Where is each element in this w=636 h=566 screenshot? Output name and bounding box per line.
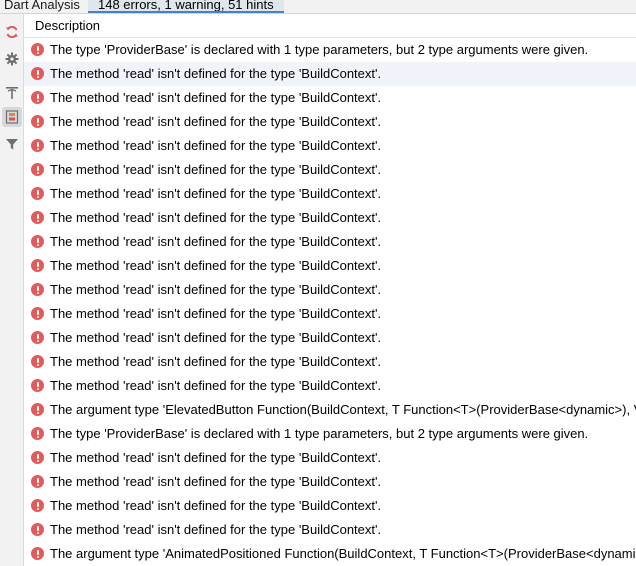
table-row[interactable]: The method 'read' isn't defined for the … <box>24 446 636 470</box>
table-row[interactable]: The argument type 'ElevatedButton Functi… <box>24 398 636 422</box>
error-icon <box>31 43 44 56</box>
problem-description: The type 'ProviderBase' is declared with… <box>50 426 589 441</box>
table-row[interactable]: The method 'read' isn't defined for the … <box>24 62 636 86</box>
table-row[interactable]: The method 'read' isn't defined for the … <box>24 302 636 326</box>
error-icon <box>31 475 44 488</box>
error-icon <box>31 67 44 80</box>
table-row[interactable]: The method 'read' isn't defined for the … <box>24 326 636 350</box>
table-row[interactable]: The method 'read' isn't defined for the … <box>24 254 636 278</box>
autoscroll-icon <box>6 87 18 99</box>
table-row[interactable]: The method 'read' isn't defined for the … <box>24 518 636 542</box>
table-row[interactable]: The method 'read' isn't defined for the … <box>24 158 636 182</box>
problem-description: The method 'read' isn't defined for the … <box>50 282 382 297</box>
table-row[interactable]: The method 'read' isn't defined for the … <box>24 374 636 398</box>
problem-description: The method 'read' isn't defined for the … <box>50 306 382 321</box>
error-icon <box>31 115 44 128</box>
table-row[interactable]: The method 'read' isn't defined for the … <box>24 206 636 230</box>
autoscroll-button[interactable] <box>2 83 22 103</box>
table-row[interactable]: The method 'read' isn't defined for the … <box>24 182 636 206</box>
problem-description: The method 'read' isn't defined for the … <box>50 234 382 249</box>
error-icon <box>31 403 44 416</box>
error-icon <box>31 139 44 152</box>
error-icon <box>31 259 44 272</box>
error-icon <box>31 379 44 392</box>
table-row[interactable]: The method 'read' isn't defined for the … <box>24 470 636 494</box>
problem-list: The type 'ProviderBase' is declared with… <box>24 38 636 566</box>
group-by-severity-icon <box>5 110 19 124</box>
error-icon <box>31 283 44 296</box>
table-row[interactable]: The method 'read' isn't defined for the … <box>24 278 636 302</box>
table-row[interactable]: The method 'read' isn't defined for the … <box>24 110 636 134</box>
problem-description: The method 'read' isn't defined for the … <box>50 522 382 537</box>
table-row[interactable]: The method 'read' isn't defined for the … <box>24 230 636 254</box>
problem-description: The method 'read' isn't defined for the … <box>50 474 382 489</box>
table-row[interactable]: The argument type 'AnimatedPositioned Fu… <box>24 542 636 566</box>
problem-description: The type 'ProviderBase' is declared with… <box>50 42 589 57</box>
table-row[interactable]: The method 'read' isn't defined for the … <box>24 86 636 110</box>
error-icon <box>31 91 44 104</box>
tab-summary[interactable]: 148 errors, 1 warning, 51 hints <box>88 0 284 13</box>
problem-description: The method 'read' isn't defined for the … <box>50 378 382 393</box>
error-icon <box>31 499 44 512</box>
problem-description: The method 'read' isn't defined for the … <box>50 450 382 465</box>
problem-description: The method 'read' isn't defined for the … <box>50 498 382 513</box>
error-icon <box>31 307 44 320</box>
filter-icon <box>6 139 18 150</box>
error-icon <box>31 187 44 200</box>
tool-window-title: Dart Analysis <box>4 0 80 12</box>
problem-description: The method 'read' isn't defined for the … <box>50 66 382 81</box>
refresh-button[interactable] <box>2 22 22 42</box>
error-icon <box>31 523 44 536</box>
problems-table: Description The type 'ProviderBase' is d… <box>24 14 636 566</box>
problem-description: The method 'read' isn't defined for the … <box>50 162 382 177</box>
filter-button[interactable] <box>2 134 22 154</box>
problem-description: The method 'read' isn't defined for the … <box>50 330 382 345</box>
table-row[interactable]: The type 'ProviderBase' is declared with… <box>24 38 636 62</box>
error-icon <box>31 211 44 224</box>
problem-description: The argument type 'AnimatedPositioned Fu… <box>50 546 636 561</box>
error-icon <box>31 235 44 248</box>
error-icon <box>31 547 44 560</box>
problem-description: The argument type 'ElevatedButton Functi… <box>50 402 636 417</box>
table-row[interactable]: The method 'read' isn't defined for the … <box>24 134 636 158</box>
error-icon <box>31 355 44 368</box>
group-by-severity-button[interactable] <box>2 107 22 127</box>
problem-description: The method 'read' isn't defined for the … <box>50 186 382 201</box>
refresh-icon <box>6 26 18 38</box>
table-row[interactable]: The method 'read' isn't defined for the … <box>24 350 636 374</box>
problem-description: The method 'read' isn't defined for the … <box>50 354 382 369</box>
table-row[interactable]: The type 'ProviderBase' is declared with… <box>24 422 636 446</box>
table-row[interactable]: The method 'read' isn't defined for the … <box>24 494 636 518</box>
tool-window-tabbar: Dart Analysis 148 errors, 1 warning, 51 … <box>0 0 636 14</box>
problem-description: The method 'read' isn't defined for the … <box>50 114 382 129</box>
problem-description: The method 'read' isn't defined for the … <box>50 258 382 273</box>
problem-description: The method 'read' isn't defined for the … <box>50 210 382 225</box>
gear-icon <box>5 52 19 66</box>
error-icon <box>31 451 44 464</box>
problem-description: The method 'read' isn't defined for the … <box>50 138 382 153</box>
column-header-description[interactable]: Description <box>24 14 636 38</box>
side-toolbar <box>0 14 24 566</box>
problem-description: The method 'read' isn't defined for the … <box>50 90 382 105</box>
error-icon <box>31 163 44 176</box>
error-icon <box>31 331 44 344</box>
error-icon <box>31 427 44 440</box>
settings-button[interactable] <box>2 49 22 69</box>
